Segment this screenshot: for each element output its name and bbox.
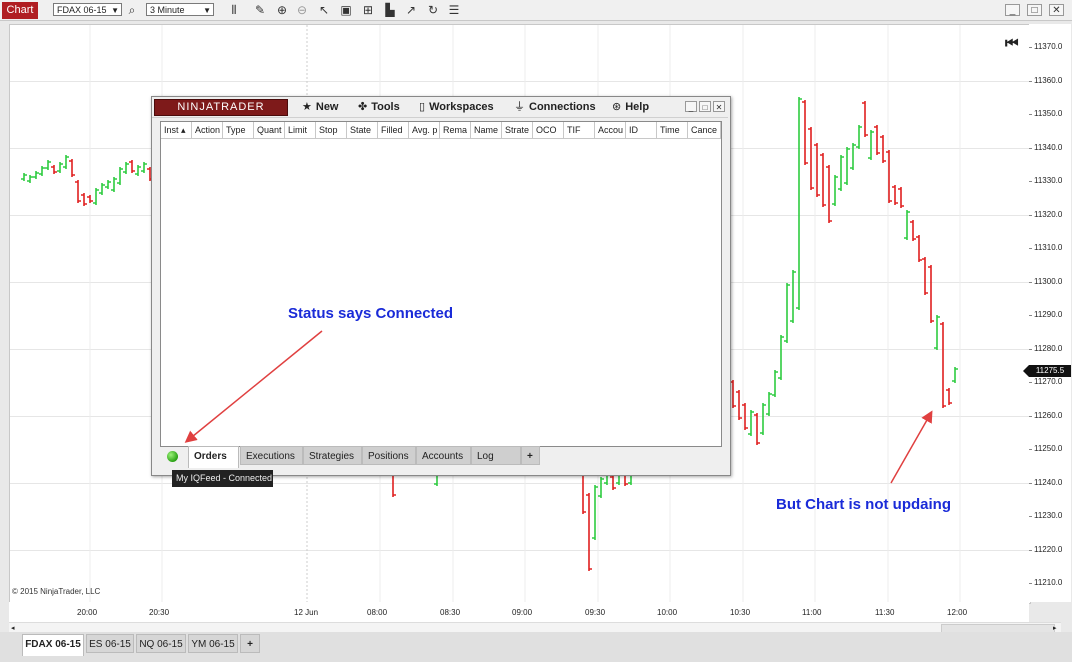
annotation-chart: But Chart is not updaing [776,496,951,513]
annotation-arrow-chart [890,410,933,484]
annotation-arrows [184,330,933,484]
annotation-status: Status says Connected [288,305,454,322]
annotation-arrow-status [184,330,323,443]
